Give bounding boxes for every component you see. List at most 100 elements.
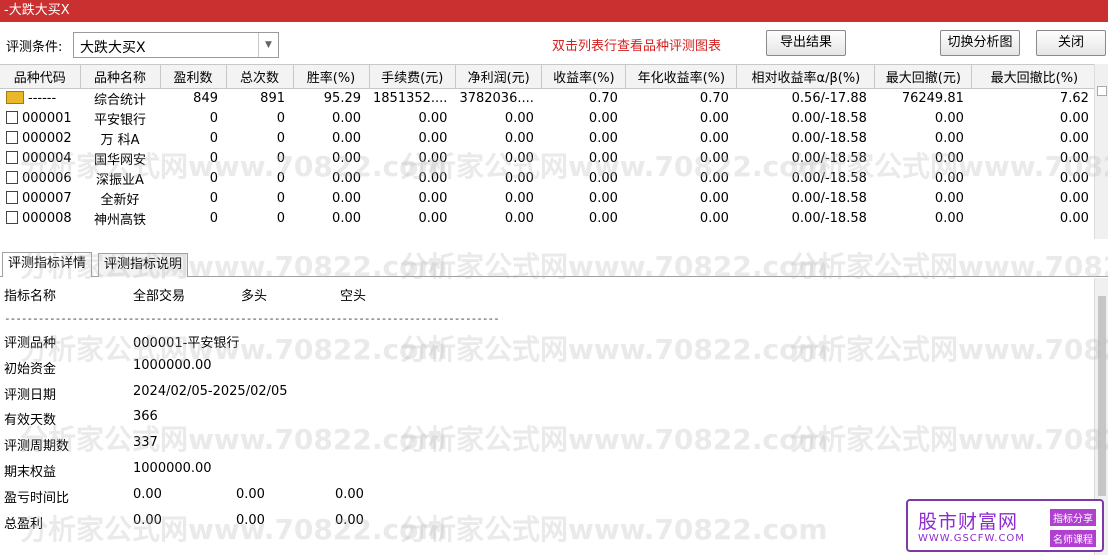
table-row[interactable]: 000007 全新好 0 0 0.00 0.00 0.00 0.00 0.00 0.00/-18.… [0, 188, 1097, 208]
column-header[interactable]: 品种名称 [80, 65, 161, 89]
column-header[interactable]: 胜率(%) [293, 65, 370, 89]
column-header[interactable]: 相对收益率α/β(%) [736, 65, 876, 89]
logo-tag-share: 指标分享 [1050, 509, 1096, 526]
logo-tag-courses: 名师课程 [1050, 530, 1096, 547]
cell-fee: 0.00 [418, 210, 448, 226]
file-icon [6, 110, 18, 124]
table-row[interactable]: ------ 综合统计 849 891 95.29 1851352.... 3782036.… [0, 88, 1097, 108]
window-title: -大跌大买X [4, 3, 70, 18]
file-icon [6, 190, 18, 204]
summary-icon [6, 90, 24, 104]
detail-v2: 0.00 [236, 486, 265, 502]
cell-code-text: 000004 [22, 150, 72, 166]
cell-name: 深振业A [96, 172, 144, 188]
switch-chart-button[interactable]: 切换分析图 [940, 30, 1020, 56]
export-button[interactable]: 导出结果 [766, 30, 846, 56]
cell-total: 0 [276, 190, 285, 206]
cell-total: 0 [276, 150, 285, 166]
column-header[interactable]: 品种代码 [0, 65, 81, 89]
cell-net: 0.00 [504, 190, 534, 206]
cell-total: 0 [276, 170, 285, 186]
cell-ddr: 7.62 [1059, 90, 1089, 106]
detail-label: 盈亏时间比 [4, 490, 70, 506]
cell-code: 000002 [0, 128, 80, 148]
cell-total: 0 [276, 110, 285, 126]
tab-explanation[interactable]: 评测指标说明 [98, 253, 189, 277]
cell-code-text: 000007 [22, 190, 72, 206]
cell-code-text: ------ [28, 90, 57, 106]
cell-name: 综合统计 [93, 92, 146, 108]
cell-code: 000007 [0, 188, 80, 208]
cell-total: 0 [276, 210, 285, 226]
column-header[interactable]: 年化收益率(%) [625, 65, 738, 89]
cell-ret: 0.00 [588, 150, 618, 166]
cell-rel: 0.00/-18.58 [791, 110, 867, 126]
detail-label: 初始资金 [4, 361, 57, 377]
cell-net: 0.00 [504, 210, 534, 226]
table-scrollbar[interactable] [1094, 64, 1108, 239]
cell-ddr: 0.00 [1059, 130, 1089, 146]
detail-v1: 337 [133, 435, 158, 451]
cell-ret: 0.70 [588, 90, 618, 106]
cell-win: 0.00 [332, 110, 361, 126]
detail-scroll-thumb[interactable] [1098, 296, 1106, 496]
cell-annual: 0.00 [699, 110, 729, 126]
detail-v1: 0.00 [133, 486, 162, 502]
scroll-thumb[interactable] [1097, 86, 1107, 96]
cell-profit: 0 [209, 110, 218, 126]
table-row[interactable]: 000001 平安银行 0 0 0.00 0.00 0.00 0.00 0.00 0.00/-18… [0, 108, 1097, 128]
cell-rel: 0.56/-17.88 [791, 90, 867, 106]
column-header[interactable]: 收益率(%) [541, 65, 627, 89]
cell-annual: 0.00 [699, 190, 729, 206]
condition-label: 评测条件: [6, 40, 63, 55]
cell-ret: 0.00 [588, 210, 618, 226]
cell-name: 万 科A [100, 132, 140, 148]
cell-dd: 0.00 [934, 190, 964, 206]
cell-ret: 0.00 [588, 130, 618, 146]
column-header[interactable]: 总次数 [226, 65, 294, 89]
cell-fee: 0.00 [418, 130, 448, 146]
cell-code-text: 000001 [22, 110, 72, 126]
cell-code: 000006 [0, 168, 80, 188]
file-icon [6, 130, 18, 144]
cell-fee: 1851352.... [373, 90, 448, 106]
cell-name: 国华网安 [93, 152, 146, 168]
cell-net: 3782036.... [459, 90, 534, 106]
cell-fee: 0.00 [418, 190, 448, 206]
results-grid: 品种代码 品种名称 盈利数 总次数 胜率(%) 手续费(元) 净利润(元) 收益率(%) 年化收… [0, 65, 1098, 228]
table-row[interactable]: 000008 神州高铁 0 0 0.00 0.00 0.00 0.00 0.00 0.00/-18… [0, 208, 1097, 228]
cell-rel: 0.00/-18.58 [791, 170, 867, 186]
detail-v1: 000001-平安银行 [133, 336, 240, 351]
cell-annual: 0.00 [699, 130, 729, 146]
table-row[interactable]: 000006 深振业A 0 0 0.00 0.00 0.00 0.00 0.00 0.00/-18… [0, 168, 1097, 188]
cell-annual: 0.00 [699, 170, 729, 186]
table-header-row: 品种代码 品种名称 盈利数 总次数 胜率(%) 手续费(元) 净利润(元) 收益率(%) 年化收… [0, 65, 1098, 89]
cell-net: 0.00 [504, 130, 534, 146]
detail-label: 总盈利 [4, 516, 44, 532]
detail-label: 有效天数 [4, 413, 57, 429]
chevron-down-icon[interactable]: ▼ [258, 33, 278, 57]
cell-code: ------ [0, 88, 80, 108]
cell-fee: 0.00 [418, 150, 448, 166]
detail-label: 评测品种 [4, 336, 57, 351]
cell-name: 神州高铁 [93, 212, 146, 228]
cell-dd: 0.00 [934, 210, 964, 226]
cell-total: 0 [276, 130, 285, 146]
detail-v1: 0.00 [133, 512, 162, 528]
condition-select[interactable]: 大跌大买X ▼ [73, 32, 279, 58]
close-button[interactable]: 关闭 [1036, 30, 1106, 56]
column-header[interactable]: 最大回撤(元) [874, 65, 973, 89]
cell-ret: 0.00 [588, 170, 618, 186]
cell-dd: 0.00 [934, 110, 964, 126]
column-header[interactable]: 手续费(元) [369, 65, 456, 89]
column-header[interactable]: 净利润(元) [455, 65, 543, 89]
tab-details[interactable]: 评测指标详情 [2, 252, 93, 277]
cell-rel: 0.00/-18.58 [791, 130, 867, 146]
table-row[interactable]: 000002 万 科A 0 0 0.00 0.00 0.00 0.00 0.00 0.00/-18… [0, 128, 1097, 148]
column-header[interactable]: 最大回撤比(%) [971, 65, 1098, 89]
table-row[interactable]: 000004 国华网安 0 0 0.00 0.00 0.00 0.00 0.00 0.00/-18… [0, 148, 1097, 168]
column-header[interactable]: 盈利数 [160, 65, 227, 89]
detail-label: 评测日期 [4, 387, 57, 403]
detail-v1: 2024/02/05-2025/02/05 [133, 383, 288, 399]
toolbar: 评测条件: 大跌大买X ▼ 双击列表行查看品种评测图表 导出结果 切换分析图 关… [0, 22, 1108, 64]
